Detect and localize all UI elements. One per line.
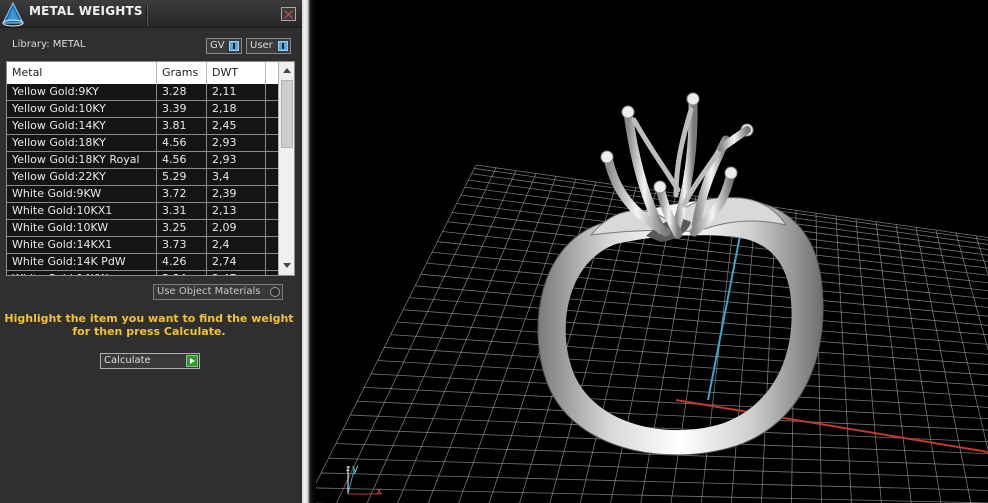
panel-splitter[interactable] [302, 0, 316, 503]
axis-z-label: z [346, 464, 351, 473]
table-row[interactable]: Yellow Gold:9KY 3.28 2,11 [7, 84, 278, 101]
app-logo-icon [2, 1, 24, 27]
cell-grams: 3.28 [157, 84, 207, 100]
3d-viewport[interactable]: z y x [316, 0, 988, 503]
cell-dwt: 2,74 [207, 254, 266, 270]
table-row[interactable]: Yellow Gold:22KY 5.29 3,4 [7, 169, 278, 186]
cell-dwt: 2,11 [207, 84, 266, 100]
scroll-down-arrow-icon[interactable] [279, 259, 294, 273]
cell-metal: Yellow Gold:18KY [7, 135, 157, 151]
library-label: Library: METAL [12, 39, 86, 50]
instruction-text: Highlight the item you want to find the … [0, 312, 298, 338]
cell-dwt: 2,93 [207, 152, 266, 168]
cell-metal: White Gold:14KX1 [7, 237, 157, 253]
user-library-icon [278, 41, 288, 51]
table-header: Metal Grams DWT [7, 62, 278, 84]
calculate-button[interactable]: Calculate [100, 353, 200, 369]
table-row[interactable]: Yellow Gold:18KY Royal 4.56 2,93 [7, 152, 278, 169]
title-divider [146, 4, 148, 26]
cell-metal: White Gold:10KX1 [7, 203, 157, 219]
cell-metal: White Gold:10KW [7, 220, 157, 236]
cell-dwt: 2,09 [207, 220, 266, 236]
cell-dwt: 2,93 [207, 135, 266, 151]
scroll-thumb[interactable] [281, 80, 293, 148]
cell-dwt: 2,47 [207, 271, 266, 275]
table-scrollbar[interactable] [278, 62, 294, 275]
metal-weights-table: Metal Grams DWT Yellow Gold:9KY 3.28 2,11 Y… [6, 61, 295, 276]
cell-dwt: 2,18 [207, 101, 266, 117]
instruction-line-1: Highlight the item you want to find the … [4, 312, 294, 325]
user-library-button[interactable]: User [246, 38, 291, 54]
column-header-grams[interactable]: Grams [157, 62, 207, 84]
cell-grams: 5.29 [157, 169, 207, 185]
axis-y-label: y [352, 462, 359, 475]
gv-label: GV [210, 40, 225, 51]
gv-library-icon [229, 41, 239, 51]
cell-dwt: 2,45 [207, 118, 266, 134]
column-header-metal[interactable]: Metal [7, 62, 157, 84]
cell-metal: White Gold:14KW [7, 271, 157, 275]
cell-dwt: 2,13 [207, 203, 266, 219]
table-row[interactable]: White Gold:10KW 3.25 2,09 [7, 220, 278, 237]
cell-grams: 4.56 [157, 135, 207, 151]
cell-metal: Yellow Gold:22KY [7, 169, 157, 185]
axis-gizmo: z y x [338, 462, 398, 502]
play-icon [186, 355, 198, 367]
table-row[interactable]: Yellow Gold:14KY 3.81 2,45 [7, 118, 278, 135]
cell-metal: Yellow Gold:10KY [7, 101, 157, 117]
cell-grams: 3.31 [157, 203, 207, 219]
cell-grams: 3.73 [157, 237, 207, 253]
cell-grams: 4.26 [157, 254, 207, 270]
use-object-materials-label: Use Object Materials [157, 286, 261, 297]
cell-grams: 4.56 [157, 152, 207, 168]
table-row[interactable]: Yellow Gold:18KY 4.56 2,93 [7, 135, 278, 152]
table-row[interactable]: White Gold:14KX1 3.73 2,4 [7, 237, 278, 254]
cell-dwt: 3,4 [207, 169, 266, 185]
gv-library-button[interactable]: GV [206, 38, 242, 54]
cell-metal: Yellow Gold:9KY [7, 84, 157, 100]
cell-grams: 3.72 [157, 186, 207, 202]
table-row[interactable]: White Gold:14K PdW 4.26 2,74 [7, 254, 278, 271]
table-row[interactable]: White Gold:14KW3.842,47 [7, 271, 278, 275]
use-object-materials-toggle[interactable]: Use Object Materials [153, 284, 283, 300]
metal-weights-panel: METAL WEIGHTS Library: METAL GV User Met… [0, 0, 302, 503]
panel-title: METAL WEIGHTS [29, 4, 143, 18]
calculate-label: Calculate [104, 355, 151, 366]
cell-metal: Yellow Gold:14KY [7, 118, 157, 134]
table-row[interactable]: White Gold:9KW 3.72 2,39 [7, 186, 278, 203]
column-header-dwt[interactable]: DWT [207, 62, 266, 84]
cell-metal: White Gold:14K PdW [7, 254, 157, 270]
cell-dwt: 2,4 [207, 237, 266, 253]
viewport-canvas[interactable] [316, 0, 988, 503]
axis-x-label: x [376, 486, 382, 497]
cell-metal: White Gold:9KW [7, 186, 157, 202]
table-row[interactable]: Yellow Gold:10KY 3.39 2,18 [7, 101, 278, 118]
cell-grams: 3.84 [157, 271, 207, 275]
cell-grams: 3.39 [157, 101, 207, 117]
panel-titlebar[interactable]: METAL WEIGHTS [0, 0, 302, 28]
cell-grams: 3.81 [157, 118, 207, 134]
cell-metal: Yellow Gold:18KY Royal [7, 152, 157, 168]
table-body: Yellow Gold:9KY 3.28 2,11 Yellow Gold:10KY 3… [7, 84, 278, 275]
user-label: User [250, 40, 273, 51]
scroll-up-arrow-icon[interactable] [279, 64, 294, 78]
cell-dwt: 2,39 [207, 186, 266, 202]
close-button[interactable] [281, 7, 296, 21]
table-row[interactable]: White Gold:10KX1 3.31 2,13 [7, 203, 278, 220]
instruction-line-2: for then press Calculate. [72, 325, 226, 338]
radio-icon[interactable] [270, 287, 280, 297]
cell-grams: 3.25 [157, 220, 207, 236]
